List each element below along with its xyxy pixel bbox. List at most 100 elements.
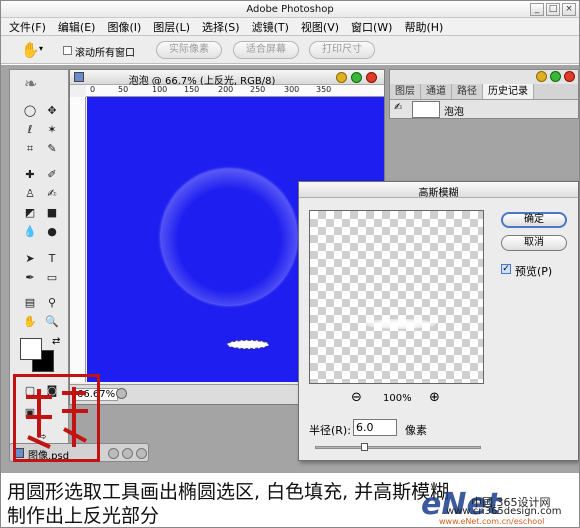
seal-glyphs — [26, 387, 88, 449]
maximize-button[interactable]: □ — [546, 3, 560, 16]
doc-zoom-icon[interactable] — [351, 72, 362, 83]
blur-preview[interactable] — [309, 210, 484, 384]
doc-close-icon[interactable] — [366, 72, 377, 83]
magic-wand-tool[interactable]: ✶ — [42, 121, 62, 139]
eyedropper-tool[interactable]: ⚲ — [42, 294, 62, 312]
slice-tool[interactable]: ✎ — [42, 140, 62, 158]
vertical-ruler — [70, 97, 86, 382]
watermark-url2: www.eNet.com.cn/eschool — [439, 517, 545, 526]
watermark-url: www.cn365design.com — [446, 506, 562, 517]
dropdown-arrow-icon[interactable]: ▾ — [39, 44, 43, 53]
cancel-button[interactable]: 取消 — [501, 235, 567, 251]
fit-screen-button[interactable]: 适合屏幕 — [233, 41, 299, 59]
pen-tool[interactable]: ✒ — [20, 269, 40, 287]
path-selection-tool[interactable]: ➤ — [20, 250, 40, 268]
doc-minimize-icon[interactable] — [336, 72, 347, 83]
preview-checkbox[interactable]: ✓ — [501, 264, 511, 274]
menu-filter[interactable]: 滤镜(T) — [252, 19, 289, 35]
radius-input[interactable]: 6.0 — [353, 419, 397, 436]
tab-dot-icon[interactable] — [136, 448, 147, 459]
panel-zoom-icon[interactable] — [550, 71, 561, 82]
type-tool[interactable]: T — [42, 250, 62, 268]
scroll-all-checkbox[interactable] — [63, 46, 72, 55]
menu-view[interactable]: 视图(V) — [301, 19, 339, 35]
blur-tool[interactable]: 💧 — [20, 223, 40, 241]
tab-history[interactable]: 历史记录 — [483, 84, 534, 99]
tab-dot-icon[interactable] — [122, 448, 133, 459]
radius-label: 半径(R): — [309, 424, 351, 437]
print-size-button[interactable]: 打印尺寸 — [309, 41, 375, 59]
healing-brush-tool[interactable]: ✚ — [20, 166, 40, 184]
tab-dot-icon[interactable] — [108, 448, 119, 459]
menu-edit[interactable]: 编辑(E) — [58, 19, 96, 35]
minimize-button[interactable]: _ — [530, 3, 544, 16]
notes-tool[interactable]: ▤ — [20, 294, 40, 312]
ok-button[interactable]: 确定 — [501, 212, 567, 228]
tab-channels[interactable]: 通道 — [421, 84, 452, 99]
gradient-tool[interactable]: ■ — [42, 204, 62, 222]
radius-slider-track[interactable] — [315, 446, 481, 449]
hand-icon: ✋ — [21, 41, 40, 59]
close-button[interactable]: × — [562, 3, 576, 16]
options-bar: ✋ ▾ 滚动所有窗口 实际像素 适合屏幕 打印尺寸 — [1, 36, 579, 64]
menu-file[interactable]: 文件(F) — [9, 19, 46, 35]
crop-tool[interactable]: ⌗ — [20, 140, 40, 158]
zoom-out-icon[interactable]: ⊖ — [351, 390, 362, 405]
bubble-shape — [161, 169, 297, 305]
menu-help[interactable]: 帮助(H) — [404, 19, 443, 35]
panel-tabs: 图层 通道 路径 历史记录 — [390, 84, 578, 100]
tutorial-caption: 用圆形选取工具画出椭圆选区, 白色填充, 并高斯模糊 制作出上反光部分 eNet… — [1, 473, 579, 527]
zoom-tool[interactable]: 🔍 — [42, 313, 62, 331]
eraser-tool[interactable]: ◩ — [20, 204, 40, 222]
tab-paths[interactable]: 路径 — [452, 84, 483, 99]
menu-window[interactable]: 窗口(W) — [351, 19, 392, 35]
swap-colors-icon[interactable]: ⇄ — [52, 336, 60, 347]
dodge-tool[interactable]: ● — [42, 223, 62, 241]
history-brush-icon: ✍ — [394, 102, 403, 113]
radius-slider-thumb[interactable] — [361, 443, 369, 451]
menu-select[interactable]: 选择(S) — [202, 19, 240, 35]
history-brush-tool[interactable]: ✍ — [42, 185, 62, 203]
ruler-label: 350 — [316, 85, 332, 94]
ruler-label: 150 — [184, 85, 200, 94]
hand-tool[interactable]: ✋ — [20, 313, 40, 331]
scroll-all-label: 滚动所有窗口 — [75, 48, 135, 59]
highlight-selection — [227, 340, 269, 349]
ruler-label: 300 — [284, 85, 300, 94]
clone-stamp-tool[interactable]: ♙ — [20, 185, 40, 203]
status-arrow-icon[interactable] — [116, 388, 127, 399]
document-titlebar: 泡泡 @ 66.7% (上反光, RGB/8) — [70, 70, 384, 87]
zoom-percent: 100% — [383, 393, 412, 404]
panel-close-icon[interactable] — [564, 71, 575, 82]
preview-blur-stroke — [364, 319, 436, 329]
menu-image[interactable]: 图像(I) — [107, 19, 141, 35]
photoshop-screenshot: Adobe Photoshop _ □ × 文件(F) 编辑(E) 图像(I) … — [0, 0, 580, 528]
ruler-label: 200 — [218, 85, 234, 94]
history-thumbnail — [412, 101, 440, 118]
horizontal-ruler: 0 50 100 150 200 250 300 350 — [86, 85, 384, 97]
ruler-label: 250 — [250, 85, 266, 94]
actual-pixels-button[interactable]: 实际像素 — [156, 41, 222, 59]
foreground-color-swatch[interactable] — [20, 338, 42, 360]
caption-line-1: 用圆形选取工具画出椭圆选区, 白色填充, 并高斯模糊 — [7, 481, 450, 503]
move-tool[interactable]: ✥ — [42, 102, 62, 120]
zoom-in-icon[interactable]: ⊕ — [429, 390, 440, 405]
panel-minimize-icon[interactable] — [536, 71, 547, 82]
layers-panel: 图层 通道 路径 历史记录 ✍ 泡泡 — [389, 69, 579, 119]
shape-tool[interactable]: ▭ — [42, 269, 62, 287]
app-title: Adobe Photoshop — [246, 4, 334, 15]
ruler-label: 0 — [90, 85, 96, 94]
lasso-tool[interactable]: ℓ — [20, 121, 40, 139]
radius-unit: 像素 — [405, 424, 427, 437]
menu-layer[interactable]: 图层(L) — [153, 19, 190, 35]
red-seal-stamp — [13, 374, 100, 462]
tab-layers[interactable]: 图层 — [390, 84, 421, 99]
ruler-label: 50 — [118, 85, 129, 94]
history-item-label[interactable]: 泡泡 — [444, 103, 464, 118]
menu-bar: 文件(F) 编辑(E) 图像(I) 图层(L) 选择(S) 滤镜(T) 视图(V… — [1, 18, 579, 36]
feather-icon: ❧ — [24, 74, 38, 93]
ellipse-marquee-tool[interactable]: ◯ — [20, 102, 40, 120]
brush-tool[interactable]: ✐ — [42, 166, 62, 184]
gaussian-blur-dialog: 高斯模糊 ⊖ 100% ⊕ 半径(R): 6.0 像素 确定 取消 ✓ 预览(P… — [298, 181, 579, 461]
window-controls: _ □ × — [530, 3, 576, 16]
